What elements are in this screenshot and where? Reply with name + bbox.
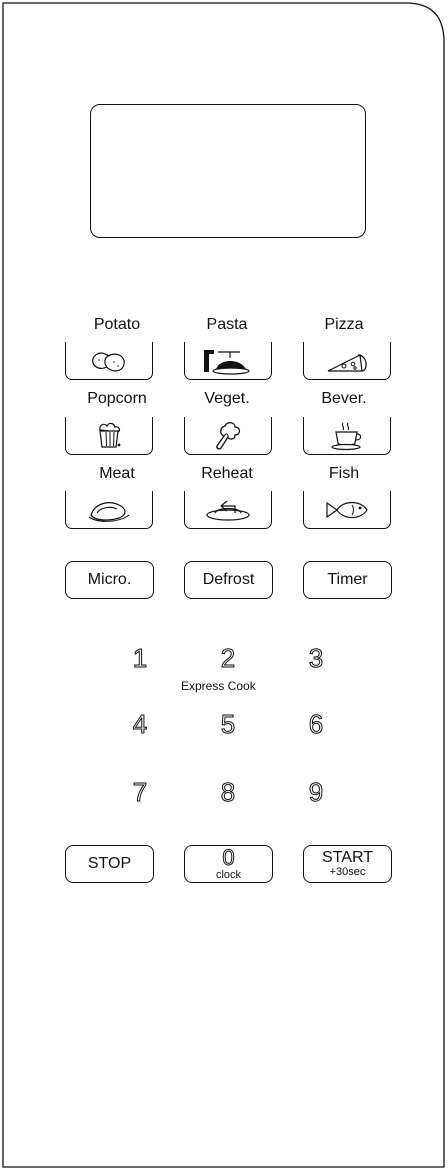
digit-1-button[interactable]: 1 — [120, 644, 160, 673]
stop-label: STOP — [87, 855, 132, 872]
meat-icon — [88, 501, 130, 522]
preset-label-potato: Potato — [93, 316, 141, 333]
digit-8-button[interactable]: 8 — [208, 778, 248, 807]
clock-label: clock — [215, 869, 242, 881]
defrost-button[interactable]: Defrost — [184, 561, 273, 599]
beverage-button[interactable] — [303, 417, 391, 455]
preset-label-reheat: Reheat — [201, 465, 253, 482]
digit-9-button[interactable]: 9 — [296, 778, 336, 807]
micro-button[interactable]: Micro. — [65, 561, 154, 599]
reheat-button[interactable] — [184, 491, 272, 529]
plus-30sec-label: +30sec — [329, 866, 366, 878]
timer-button[interactable]: Timer — [303, 561, 392, 599]
meat-button[interactable] — [65, 491, 153, 529]
potato-icon — [92, 352, 125, 372]
display-screen — [90, 104, 366, 238]
preset-label-pasta: Pasta — [206, 316, 248, 333]
pasta-button[interactable] — [184, 342, 272, 380]
fish-icon — [326, 501, 368, 518]
vegetable-button[interactable] — [184, 417, 272, 455]
digit-5-button[interactable]: 5 — [208, 710, 248, 739]
stop-button[interactable]: STOP — [65, 845, 154, 883]
preset-label-veget: Veget. — [204, 390, 250, 407]
popcorn-icon — [99, 422, 121, 448]
reheat-icon — [206, 500, 250, 521]
digit-2-button[interactable]: 2 — [208, 644, 248, 673]
digit-3-button[interactable]: 3 — [296, 644, 336, 673]
express-cook-label: Express Cook — [181, 679, 256, 693]
defrost-label: Defrost — [202, 571, 255, 588]
pizza-button[interactable] — [303, 342, 391, 380]
fish-button[interactable] — [303, 491, 391, 529]
preset-label-fish: Fish — [328, 465, 360, 482]
potato-button[interactable] — [65, 342, 153, 380]
preset-label-pizza: Pizza — [324, 316, 364, 333]
preset-label-meat: Meat — [99, 465, 135, 482]
start-button[interactable]: START +30sec — [303, 845, 392, 883]
preset-label-bever: Bever. — [321, 390, 367, 407]
digit-4-button[interactable]: 4 — [120, 710, 160, 739]
pasta-icon — [204, 349, 250, 375]
start-label: START — [322, 849, 373, 866]
pizza-icon — [327, 353, 367, 372]
digit-6-button[interactable]: 6 — [296, 710, 336, 739]
zero-label: 0 — [222, 845, 235, 870]
digit-7-button[interactable]: 7 — [120, 778, 160, 807]
beverage-icon — [331, 422, 362, 450]
popcorn-button[interactable] — [65, 417, 153, 455]
zero-clock-button[interactable]: 0 clock — [184, 845, 273, 883]
preset-label-popcorn: Popcorn — [87, 390, 147, 407]
micro-label: Micro. — [87, 571, 132, 588]
timer-label: Timer — [327, 571, 368, 588]
vegetable-icon — [216, 421, 241, 449]
